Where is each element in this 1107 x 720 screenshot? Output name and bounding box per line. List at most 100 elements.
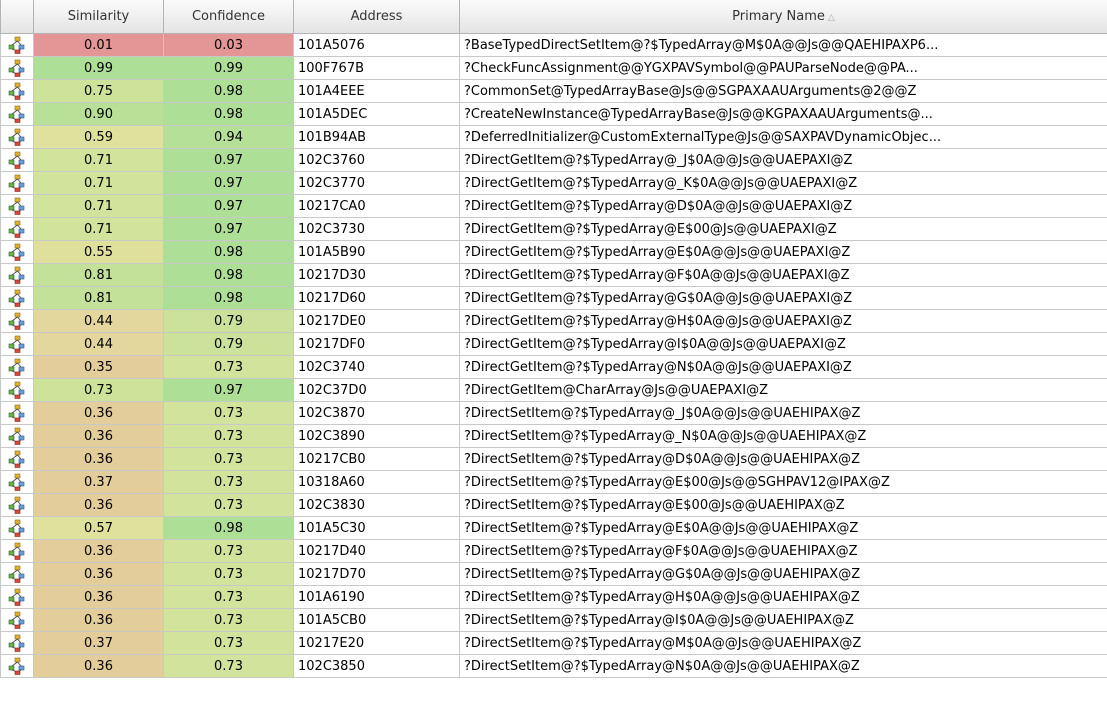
table-row[interactable]: 0.36 0.73 10217CB0 ?DirectSetItem@?$Type…	[0, 447, 1107, 471]
table-row[interactable]: 0.36 0.73 101A6190 ?DirectSetItem@?$Type…	[0, 585, 1107, 609]
table-row[interactable]: 0.73 0.97 102C37D0 ?DirectGetItem@CharAr…	[0, 378, 1107, 402]
table-row[interactable]: 0.35 0.73 102C3740 ?DirectGetItem@?$Type…	[0, 355, 1107, 379]
function-graph-icon	[8, 128, 25, 146]
table-row[interactable]: 0.37 0.73 10318A60 ?DirectSetItem@?$Type…	[0, 470, 1107, 494]
address-cell: 101B94AB	[293, 125, 460, 149]
address-cell: 10318A60	[293, 470, 460, 494]
header-address[interactable]: Address	[293, 0, 460, 34]
similarity-cell: 0.71	[33, 171, 164, 195]
address-cell: 102C3870	[293, 401, 460, 425]
header-icon-column[interactable]	[0, 0, 34, 34]
confidence-cell: 0.73	[163, 493, 294, 517]
confidence-cell: 0.73	[163, 608, 294, 632]
header-primary-name[interactable]: Primary Name △	[459, 0, 1107, 34]
confidence-cell: 0.97	[163, 217, 294, 241]
primary-name-cell: ?DirectGetItem@?$TypedArray@_K$0A@@Js@@U…	[459, 171, 1107, 195]
primary-name-cell: ?DeferredInitializer@CustomExternalType@…	[459, 125, 1107, 149]
header-similarity[interactable]: Similarity	[33, 0, 164, 34]
similarity-cell: 0.36	[33, 493, 164, 517]
confidence-cell: 0.97	[163, 148, 294, 172]
function-graph-icon	[8, 82, 25, 100]
table-row[interactable]: 0.44 0.79 10217DE0 ?DirectGetItem@?$Type…	[0, 309, 1107, 333]
primary-name-cell: ?DirectSetItem@?$TypedArray@G$0A@@Js@@UA…	[459, 562, 1107, 586]
address-cell: 102C3830	[293, 493, 460, 517]
address-cell: 100F767B	[293, 56, 460, 80]
table-row[interactable]: 0.36 0.73 10217D70 ?DirectSetItem@?$Type…	[0, 562, 1107, 586]
address-cell: 101A5C30	[293, 516, 460, 540]
confidence-cell: 0.98	[163, 240, 294, 264]
similarity-cell: 0.36	[33, 401, 164, 425]
table-row[interactable]: 0.59 0.94 101B94AB ?DeferredInitializer@…	[0, 125, 1107, 149]
confidence-cell: 0.73	[163, 401, 294, 425]
row-icon-cell	[0, 424, 34, 448]
table-row[interactable]: 0.01 0.03 101A5076 ?BaseTypedDirectSetIt…	[0, 33, 1107, 57]
similarity-cell: 0.37	[33, 631, 164, 655]
table-row[interactable]: 0.71 0.97 10217CA0 ?DirectGetItem@?$Type…	[0, 194, 1107, 218]
row-icon-cell	[0, 286, 34, 310]
row-icon-cell	[0, 33, 34, 57]
table-row[interactable]: 0.71 0.97 102C3730 ?DirectGetItem@?$Type…	[0, 217, 1107, 241]
primary-name-cell: ?CreateNewInstance@TypedArrayBase@Js@@KG…	[459, 102, 1107, 126]
primary-name-cell: ?DirectGetItem@CharArray@Js@@UAEPAXI@Z	[459, 378, 1107, 402]
function-graph-icon	[8, 450, 25, 468]
address-cell: 101A4EEE	[293, 79, 460, 103]
table-row[interactable]: 0.81 0.98 10217D60 ?DirectGetItem@?$Type…	[0, 286, 1107, 310]
similarity-cell: 0.36	[33, 608, 164, 632]
table-row[interactable]: 0.36 0.73 102C3850 ?DirectSetItem@?$Type…	[0, 654, 1107, 678]
address-cell: 10217D70	[293, 562, 460, 586]
confidence-cell: 0.98	[163, 263, 294, 287]
similarity-cell: 0.44	[33, 332, 164, 356]
confidence-cell: 0.99	[163, 56, 294, 80]
header-confidence[interactable]: Confidence	[163, 0, 294, 34]
table-row[interactable]: 0.36 0.73 10217D40 ?DirectSetItem@?$Type…	[0, 539, 1107, 563]
row-icon-cell	[0, 263, 34, 287]
address-cell: 10217DE0	[293, 309, 460, 333]
table-row[interactable]: 0.90 0.98 101A5DEC ?CreateNewInstance@Ty…	[0, 102, 1107, 126]
primary-name-cell: ?DirectSetItem@?$TypedArray@E$00@Js@@UAE…	[459, 493, 1107, 517]
row-icon-cell	[0, 56, 34, 80]
table-row[interactable]: 0.36 0.73 102C3830 ?DirectSetItem@?$Type…	[0, 493, 1107, 517]
primary-name-cell: ?DirectGetItem@?$TypedArray@_J$0A@@Js@@U…	[459, 148, 1107, 172]
table-header-row: Similarity Confidence Address Primary Na…	[0, 0, 1107, 34]
primary-name-cell: ?DirectGetItem@?$TypedArray@E$00@Js@@UAE…	[459, 217, 1107, 241]
row-icon-cell	[0, 309, 34, 333]
function-graph-icon	[8, 657, 25, 675]
table-row[interactable]: 0.55 0.98 101A5B90 ?DirectGetItem@?$Type…	[0, 240, 1107, 264]
table-row[interactable]: 0.71 0.97 102C3760 ?DirectGetItem@?$Type…	[0, 148, 1107, 172]
table-row[interactable]: 0.81 0.98 10217D30 ?DirectGetItem@?$Type…	[0, 263, 1107, 287]
row-icon-cell	[0, 355, 34, 379]
row-icon-cell	[0, 493, 34, 517]
similarity-cell: 0.71	[33, 148, 164, 172]
function-graph-icon	[8, 266, 25, 284]
confidence-cell: 0.97	[163, 194, 294, 218]
table-row[interactable]: 0.37 0.73 10217E20 ?DirectSetItem@?$Type…	[0, 631, 1107, 655]
similarity-cell: 0.73	[33, 378, 164, 402]
table-row[interactable]: 0.57 0.98 101A5C30 ?DirectSetItem@?$Type…	[0, 516, 1107, 540]
primary-name-cell: ?DirectSetItem@?$TypedArray@N$0A@@Js@@UA…	[459, 654, 1107, 678]
table-row[interactable]: 0.99 0.99 100F767B ?CheckFuncAssignment@…	[0, 56, 1107, 80]
row-icon-cell	[0, 401, 34, 425]
confidence-cell: 0.79	[163, 332, 294, 356]
table-row[interactable]: 0.71 0.97 102C3770 ?DirectGetItem@?$Type…	[0, 171, 1107, 195]
confidence-cell: 0.97	[163, 378, 294, 402]
primary-name-cell: ?DirectSetItem@?$TypedArray@E$0A@@Js@@UA…	[459, 516, 1107, 540]
table-row[interactable]: 0.36 0.73 102C3890 ?DirectSetItem@?$Type…	[0, 424, 1107, 448]
table-row[interactable]: 0.36 0.73 101A5CB0 ?DirectSetItem@?$Type…	[0, 608, 1107, 632]
table-row[interactable]: 0.36 0.73 102C3870 ?DirectSetItem@?$Type…	[0, 401, 1107, 425]
function-graph-icon	[8, 381, 25, 399]
function-graph-icon	[8, 197, 25, 215]
function-graph-icon	[8, 404, 25, 422]
primary-name-cell: ?DirectGetItem@?$TypedArray@F$0A@@Js@@UA…	[459, 263, 1107, 287]
similarity-cell: 0.99	[33, 56, 164, 80]
address-cell: 102C3730	[293, 217, 460, 241]
primary-name-cell: ?DirectSetItem@?$TypedArray@H$0A@@Js@@UA…	[459, 585, 1107, 609]
table-row[interactable]: 0.44 0.79 10217DF0 ?DirectGetItem@?$Type…	[0, 332, 1107, 356]
address-cell: 10217D40	[293, 539, 460, 563]
function-graph-icon	[8, 611, 25, 629]
similarity-cell: 0.01	[33, 33, 164, 57]
row-icon-cell	[0, 148, 34, 172]
confidence-cell: 0.98	[163, 79, 294, 103]
function-match-table: Similarity Confidence Address Primary Na…	[0, 0, 1107, 678]
row-icon-cell	[0, 585, 34, 609]
table-row[interactable]: 0.75 0.98 101A4EEE ?CommonSet@TypedArray…	[0, 79, 1107, 103]
